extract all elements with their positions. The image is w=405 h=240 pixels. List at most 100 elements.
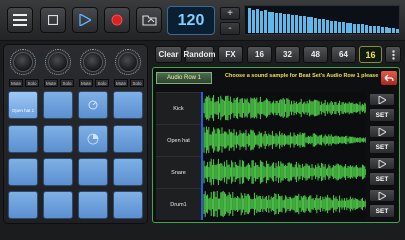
clear-button[interactable]: Clear: [155, 46, 182, 63]
sample-waveform: [201, 188, 367, 220]
spectrum-bar: [365, 25, 368, 33]
spectrum-bar: [283, 14, 287, 33]
spectrum-bar: [322, 19, 326, 33]
sample-row[interactable]: Kick SET: [156, 92, 396, 124]
spectrum-bar: [306, 17, 310, 33]
spectrum-bar: [392, 28, 396, 33]
mute-button[interactable]: Mute: [79, 79, 93, 87]
steps-16-button[interactable]: 16: [247, 46, 272, 63]
spectrum-bar: [333, 21, 337, 33]
drum-pad[interactable]: [43, 91, 73, 119]
sample-name: Snare: [156, 156, 201, 188]
steps-32-button[interactable]: 32: [275, 46, 300, 63]
steps-64-button[interactable]: 64: [331, 46, 356, 63]
sample-play-button[interactable]: [369, 157, 395, 170]
spectrum-bar: [279, 13, 283, 33]
sample-row[interactable]: Snare SET: [156, 156, 396, 188]
spectrum-bar: [349, 23, 353, 33]
selected-steps-display[interactable]: 16: [359, 46, 382, 63]
spectrum-bar: [329, 21, 333, 33]
spectrum-bar: [388, 28, 392, 33]
sample-row[interactable]: Open hat SET: [156, 124, 396, 156]
pad-indicator-icon: [88, 100, 98, 110]
tempo-display[interactable]: 120: [167, 6, 215, 35]
sample-play-button[interactable]: [369, 125, 395, 138]
spectrum-bar: [372, 26, 376, 33]
sample-play-button[interactable]: [369, 189, 395, 202]
volume-knob[interactable]: [48, 52, 68, 72]
sample-play-button[interactable]: [369, 93, 395, 106]
spectrum-bar: [310, 17, 314, 33]
sample-name: Kick: [156, 92, 201, 124]
spectrum-bar: [271, 12, 275, 33]
spectrum-bar: [368, 26, 372, 33]
spectrum-bar: [345, 23, 349, 33]
open-file-button[interactable]: [136, 7, 162, 33]
spectrum-bar: [267, 12, 271, 33]
solo-button[interactable]: Solo: [130, 79, 144, 87]
drum-pad[interactable]: [43, 125, 73, 153]
drum-pad[interactable]: [8, 191, 38, 219]
spectrum-bar: [341, 22, 345, 33]
spectrum-bar: [255, 9, 259, 33]
drum-pad[interactable]: [8, 125, 38, 153]
mute-button[interactable]: Mute: [44, 79, 58, 87]
play-icon: [378, 159, 386, 168]
drum-pad[interactable]: [78, 125, 108, 153]
drum-pad[interactable]: [113, 125, 143, 153]
sample-set-button[interactable]: SET: [369, 204, 395, 218]
spectrum-bar: [314, 18, 318, 33]
menu-button[interactable]: [7, 7, 33, 33]
fx-button[interactable]: FX: [218, 46, 243, 63]
more-options-button[interactable]: [385, 46, 401, 63]
back-button[interactable]: [381, 71, 397, 85]
pad-indicator-icon: [87, 133, 99, 145]
drum-pad[interactable]: [43, 158, 73, 186]
drum-pad[interactable]: [8, 158, 38, 186]
sample-set-button[interactable]: SET: [369, 140, 395, 154]
drum-pad[interactable]: [78, 158, 108, 186]
tempo-decrease-button[interactable]: -: [220, 22, 240, 35]
volume-knob[interactable]: [83, 52, 103, 72]
drum-pad[interactable]: Open hat 1: [8, 91, 38, 119]
sample-set-button[interactable]: SET: [369, 172, 395, 186]
play-icon: [378, 95, 386, 104]
drum-pad[interactable]: [113, 91, 143, 119]
spectrum-bar: [290, 15, 294, 33]
sample-name: Drum1: [156, 188, 201, 220]
spectrum-bar: [353, 24, 357, 33]
sample-prompt: Choose a sound sample for Beat Set's Aud…: [225, 73, 379, 79]
sample-row[interactable]: Drum1 SET: [156, 188, 396, 220]
drum-pad[interactable]: [78, 91, 108, 119]
stop-button[interactable]: [40, 7, 66, 33]
spectrum-bar: [251, 10, 255, 33]
spectrum-bar: [357, 24, 361, 33]
steps-48-button[interactable]: 48: [303, 46, 328, 63]
volume-knob[interactable]: [13, 52, 33, 72]
sample-set-button[interactable]: SET: [369, 108, 395, 122]
solo-button[interactable]: Solo: [60, 79, 74, 87]
drum-pad[interactable]: [43, 191, 73, 219]
drum-pad[interactable]: [113, 191, 143, 219]
tempo-increase-button[interactable]: +: [220, 7, 240, 20]
more-vertical-icon: [391, 49, 395, 60]
folder-icon: [141, 15, 157, 26]
solo-button[interactable]: Solo: [95, 79, 109, 87]
random-button[interactable]: Random: [184, 46, 216, 63]
audio-row-tab[interactable]: Audio Row 1: [156, 72, 212, 84]
play-button[interactable]: [72, 7, 98, 33]
spectrum-bar: [275, 13, 279, 33]
spectrum-bar: [396, 29, 400, 33]
spectrum-bar: [294, 15, 298, 33]
spectrum-bar: [361, 24, 365, 33]
solo-button[interactable]: Solo: [25, 79, 39, 87]
drum-pad[interactable]: [113, 158, 143, 186]
mute-button[interactable]: Mute: [9, 79, 23, 87]
volume-knob[interactable]: [118, 52, 138, 72]
play-icon: [378, 127, 386, 136]
mute-button[interactable]: Mute: [114, 79, 128, 87]
record-button[interactable]: [104, 7, 130, 33]
spectrum-bar: [287, 14, 290, 33]
hamburger-icon: [13, 14, 27, 26]
drum-pad[interactable]: [78, 191, 108, 219]
